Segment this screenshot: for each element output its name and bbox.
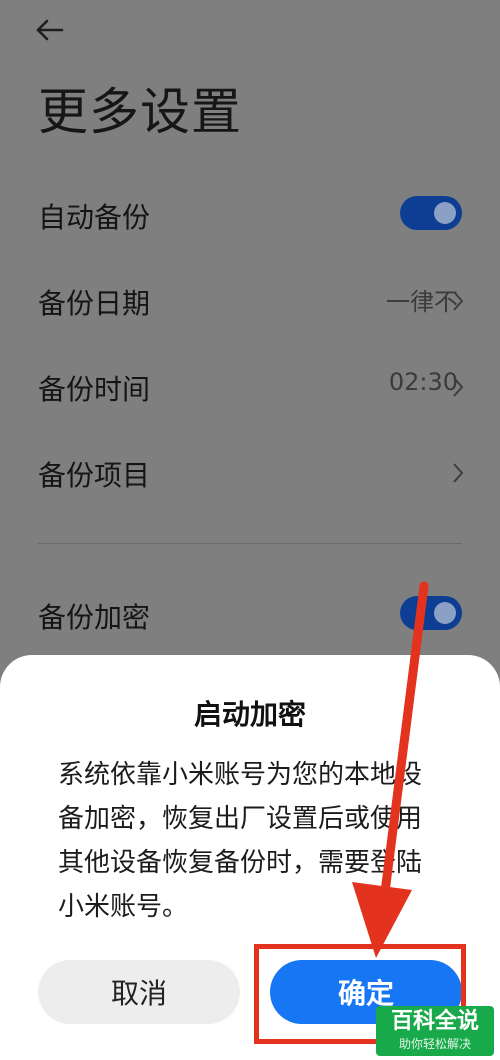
backup-date-value: 一律不 <box>386 288 458 316</box>
chevron-right-icon <box>453 463 464 483</box>
back-arrow-icon[interactable] <box>34 14 66 46</box>
toggle-knob <box>434 202 456 224</box>
setting-row-backup-time[interactable]: 备份时间 02:30 <box>0 358 500 418</box>
setting-row-backup-date[interactable]: 备份日期 一律不 <box>0 272 500 332</box>
setting-row-backup-encrypt[interactable]: 备份加密 <box>0 586 500 646</box>
backup-date-label: 备份日期 <box>38 287 151 320</box>
cancel-button[interactable]: 取消 <box>38 960 240 1024</box>
backup-time-value: 02:30 <box>388 368 458 396</box>
toggle-knob <box>434 602 456 624</box>
auto-backup-toggle[interactable] <box>400 196 462 230</box>
backup-time-label: 备份时间 <box>38 373 151 406</box>
page-title: 更多设置 <box>38 83 242 141</box>
backup-items-label: 备份项目 <box>38 459 151 492</box>
dialog-title: 启动加密 <box>193 698 306 731</box>
settings-screen: 更多设置 自动备份 备份日期 一律不 备份时间 02:30 备份项目 备份加密 <box>0 0 500 1060</box>
backup-encrypt-label: 备份加密 <box>38 601 151 634</box>
backup-encrypt-toggle[interactable] <box>400 596 462 630</box>
chevron-right-icon <box>453 291 464 311</box>
dialog-message: 系统依靠小米账号为您的本地设备加密，恢复出厂设置后或使用其他设备恢复备份时，需要… <box>58 760 423 922</box>
watermark-title: 百科全说 <box>390 1009 479 1034</box>
chevron-right-icon <box>453 377 464 397</box>
section-divider <box>38 543 462 544</box>
setting-row-backup-items[interactable]: 备份项目 <box>0 444 500 504</box>
setting-row-auto-backup[interactable]: 自动备份 <box>0 186 500 246</box>
auto-backup-label: 自动备份 <box>38 201 151 234</box>
watermark-subtitle: 助你轻松解决 <box>398 1037 471 1051</box>
watermark-logo: 百科全说 助你轻松解决 <box>376 1006 494 1056</box>
